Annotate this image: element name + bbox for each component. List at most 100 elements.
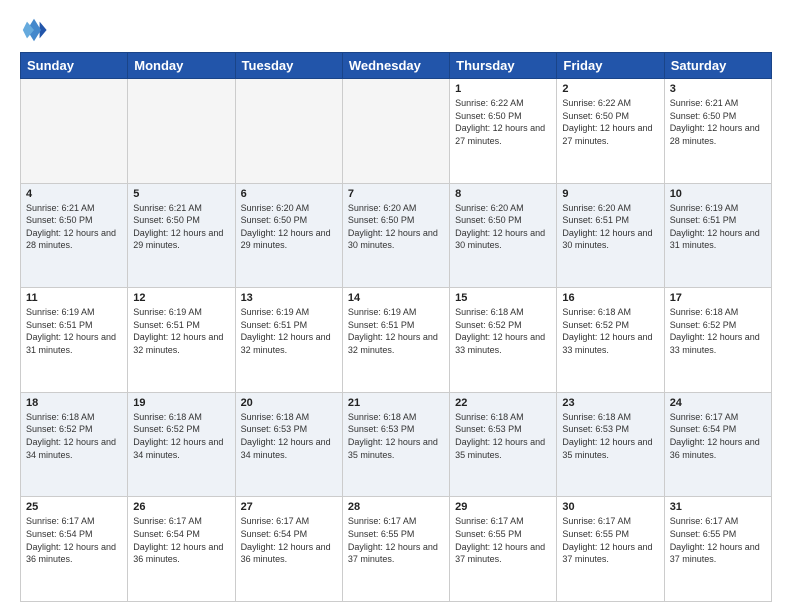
day-info: Sunrise: 6:18 AMSunset: 6:52 PMDaylight:… [455,306,551,356]
day-info: Sunrise: 6:21 AMSunset: 6:50 PMDaylight:… [133,202,229,252]
calendar-day: 29 Sunrise: 6:17 AMSunset: 6:55 PMDayligh… [450,497,557,602]
calendar-day: 15Sunrise: 6:18 AMSunset: 6:52 PMDayligh… [450,288,557,393]
day-number: 21 [348,397,444,409]
day-number: 10 [670,188,766,200]
calendar-day: 4 Sunrise: 6:21 AMSunset: 6:50 PMDaylight… [21,183,128,288]
calendar-day: 12 Sunrise: 6:19 AMSunset: 6:51 PMDayligh… [128,288,235,393]
day-number: 19 [133,397,229,409]
calendar-day: 25Sunrise: 6:17 AMSunset: 6:54 PMDayligh… [21,497,128,602]
calendar-day [235,79,342,184]
calendar-day [128,79,235,184]
day-number: 16 [562,292,658,304]
day-info: Sunrise: 6:19 AMSunset: 6:51 PMDaylight:… [670,202,766,252]
calendar-day: 19 Sunrise: 6:18 AMSunset: 6:52 PMDayligh… [128,392,235,497]
calendar-day: 16 Sunrise: 6:18 AMSunset: 6:52 PMDayligh… [557,288,664,393]
day-info: Sunrise: 6:20 AMSunset: 6:50 PMDaylight:… [348,202,444,252]
day-info: Sunrise: 6:17 AMSunset: 6:55 PMDaylight:… [348,515,444,565]
calendar-day: 1 Sunrise: 6:22 AMSunset: 6:50 PMDaylight… [450,79,557,184]
calendar-day: 5 Sunrise: 6:21 AMSunset: 6:50 PMDaylight… [128,183,235,288]
calendar-week-4: 18 Sunrise: 6:18 AMSunset: 6:52 PMDayligh… [21,392,772,497]
day-number: 6 [241,188,337,200]
calendar-day: 22 Sunrise: 6:18 AMSunset: 6:53 PMDayligh… [450,392,557,497]
day-number: 9 [562,188,658,200]
day-info: Sunrise: 6:17 AMSunset: 6:55 PMDaylight:… [670,515,766,565]
day-number: 20 [241,397,337,409]
day-number: 7 [348,188,444,200]
calendar-week-5: 25 Sunrise: 6:17 AMSunset: 6:54 PMDayligh… [21,497,772,602]
col-friday: Friday [557,53,664,79]
day-info: Sunrise: 6:19 AMSunset: 6:51 PMDaylight:… [348,306,444,356]
day-number: 18 [26,397,122,409]
day-info: Sunrise: 6:22 AMSunset: 6:50 PMDaylight:… [562,97,658,147]
day-info: Sunrise: 6:20 AMSunset: 6:50 PMDaylight:… [455,202,551,252]
day-number: 25 [26,501,122,513]
day-number: 14 [348,292,444,304]
day-number: 1 [455,83,551,95]
calendar-day: 9 Sunrise: 6:20 AMSunset: 6:51 PMDaylight… [557,183,664,288]
day-info: Sunrise: 6:18 AMSunset: 6:52 PMDaylight:… [562,306,658,356]
calendar-table: Sunday Monday Tuesday Wednesday Thursday… [20,52,772,602]
day-number: 29 [455,501,551,513]
day-info: Sunrise: 6:18 AMSunset: 6:52 PMDaylight:… [26,411,122,461]
day-info: Sunrise: 6:17 AMSunset: 6:54 PMDaylight:… [670,411,766,461]
day-info: Sunrise: 6:18 AMSunset: 6:53 PMDaylight:… [348,411,444,461]
day-info: Sunrise: 6:18 AMSunset: 6:53 PMDaylight:… [241,411,337,461]
col-wednesday: Wednesday [342,53,449,79]
calendar-day: 8Sunrise: 6:20 AMSunset: 6:50 PMDaylight… [450,183,557,288]
day-info: Sunrise: 6:17 AMSunset: 6:54 PMDaylight:… [241,515,337,565]
header-row: Sunday Monday Tuesday Wednesday Thursday… [21,53,772,79]
calendar-day: 23 Sunrise: 6:18 AMSunset: 6:53 PMDayligh… [557,392,664,497]
calendar-day: 18 Sunrise: 6:18 AMSunset: 6:52 PMDayligh… [21,392,128,497]
calendar-day: 14 Sunrise: 6:19 AMSunset: 6:51 PMDayligh… [342,288,449,393]
calendar-day: 17Sunrise: 6:18 AMSunset: 6:52 PMDayligh… [664,288,771,393]
day-info: Sunrise: 6:17 AMSunset: 6:54 PMDaylight:… [133,515,229,565]
day-info: Sunrise: 6:17 AMSunset: 6:55 PMDaylight:… [455,515,551,565]
col-saturday: Saturday [664,53,771,79]
calendar-day: 6 Sunrise: 6:20 AMSunset: 6:50 PMDaylight… [235,183,342,288]
calendar-day: 11Sunrise: 6:19 AMSunset: 6:51 PMDayligh… [21,288,128,393]
calendar-week-3: 11Sunrise: 6:19 AMSunset: 6:51 PMDayligh… [21,288,772,393]
calendar-day: 24 Sunrise: 6:17 AMSunset: 6:54 PMDayligh… [664,392,771,497]
day-info: Sunrise: 6:18 AMSunset: 6:53 PMDaylight:… [455,411,551,461]
calendar-day: 7 Sunrise: 6:20 AMSunset: 6:50 PMDaylight… [342,183,449,288]
col-thursday: Thursday [450,53,557,79]
calendar-day: 13 Sunrise: 6:19 AMSunset: 6:51 PMDayligh… [235,288,342,393]
day-info: Sunrise: 6:19 AMSunset: 6:51 PMDaylight:… [26,306,122,356]
day-number: 22 [455,397,551,409]
day-number: 28 [348,501,444,513]
logo-icon [20,16,48,44]
calendar-day: 26 Sunrise: 6:17 AMSunset: 6:54 PMDayligh… [128,497,235,602]
day-number: 27 [241,501,337,513]
calendar-day: 10 Sunrise: 6:19 AMSunset: 6:51 PMDayligh… [664,183,771,288]
day-number: 24 [670,397,766,409]
calendar-day: 3Sunrise: 6:21 AMSunset: 6:50 PMDaylight… [664,79,771,184]
calendar-week-2: 4 Sunrise: 6:21 AMSunset: 6:50 PMDaylight… [21,183,772,288]
calendar-week-1: 1 Sunrise: 6:22 AMSunset: 6:50 PMDaylight… [21,79,772,184]
calendar-day: 27 Sunrise: 6:17 AMSunset: 6:54 PMDayligh… [235,497,342,602]
day-info: Sunrise: 6:20 AMSunset: 6:51 PMDaylight:… [562,202,658,252]
day-number: 26 [133,501,229,513]
day-info: Sunrise: 6:19 AMSunset: 6:51 PMDaylight:… [133,306,229,356]
page: Sunday Monday Tuesday Wednesday Thursday… [0,0,792,612]
day-info: Sunrise: 6:19 AMSunset: 6:51 PMDaylight:… [241,306,337,356]
calendar-day: 30Sunrise: 6:17 AMSunset: 6:55 PMDayligh… [557,497,664,602]
header [20,16,772,44]
calendar-day [21,79,128,184]
calendar-day [342,79,449,184]
day-info: Sunrise: 6:22 AMSunset: 6:50 PMDaylight:… [455,97,551,147]
day-number: 13 [241,292,337,304]
day-info: Sunrise: 6:18 AMSunset: 6:52 PMDaylight:… [133,411,229,461]
day-number: 5 [133,188,229,200]
day-info: Sunrise: 6:20 AMSunset: 6:50 PMDaylight:… [241,202,337,252]
calendar-day: 31Sunrise: 6:17 AMSunset: 6:55 PMDayligh… [664,497,771,602]
day-number: 4 [26,188,122,200]
day-number: 23 [562,397,658,409]
day-info: Sunrise: 6:18 AMSunset: 6:53 PMDaylight:… [562,411,658,461]
calendar-day: 21 Sunrise: 6:18 AMSunset: 6:53 PMDayligh… [342,392,449,497]
day-number: 3 [670,83,766,95]
calendar-day: 20 Sunrise: 6:18 AMSunset: 6:53 PMDayligh… [235,392,342,497]
day-info: Sunrise: 6:17 AMSunset: 6:55 PMDaylight:… [562,515,658,565]
day-number: 12 [133,292,229,304]
day-info: Sunrise: 6:21 AMSunset: 6:50 PMDaylight:… [26,202,122,252]
day-number: 2 [562,83,658,95]
